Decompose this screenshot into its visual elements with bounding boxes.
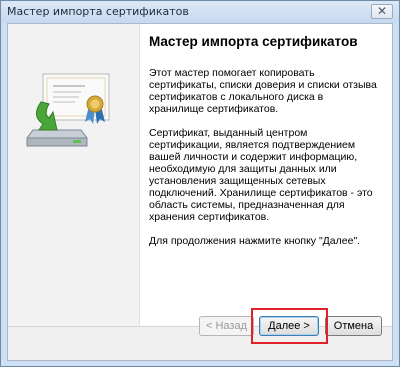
certificate-paragraph: Сертификат, выданный центром сертификаци…: [149, 127, 373, 223]
wizard-window: Мастер импорта сертификатов ✕ Мастер имп…: [0, 0, 400, 367]
certificate-import-icon: [26, 73, 110, 147]
title-bar[interactable]: Мастер импорта сертификатов ✕: [1, 1, 399, 23]
client-area: Мастер импорта сертификатов Этот мастер …: [7, 23, 393, 361]
wizard-content: Мастер импорта сертификатов Этот мастер …: [149, 34, 379, 259]
wizard-sidebar: [8, 24, 140, 326]
close-button[interactable]: ✕: [371, 4, 393, 19]
intro-paragraph: Этот мастер помогает копировать сертифик…: [149, 67, 377, 115]
continue-paragraph: Для продолжения нажмите кнопку "Далее".: [149, 235, 361, 247]
cancel-button[interactable]: Отмена: [325, 316, 382, 336]
window-title: Мастер импорта сертификатов: [7, 5, 189, 18]
close-icon: ✕: [376, 4, 388, 18]
wizard-panel: Мастер импорта сертификатов Этот мастер …: [8, 24, 392, 326]
back-button[interactable]: < Назад: [199, 316, 254, 336]
wizard-heading: Мастер импорта сертификатов: [149, 34, 358, 49]
highlight-box: [251, 308, 328, 344]
